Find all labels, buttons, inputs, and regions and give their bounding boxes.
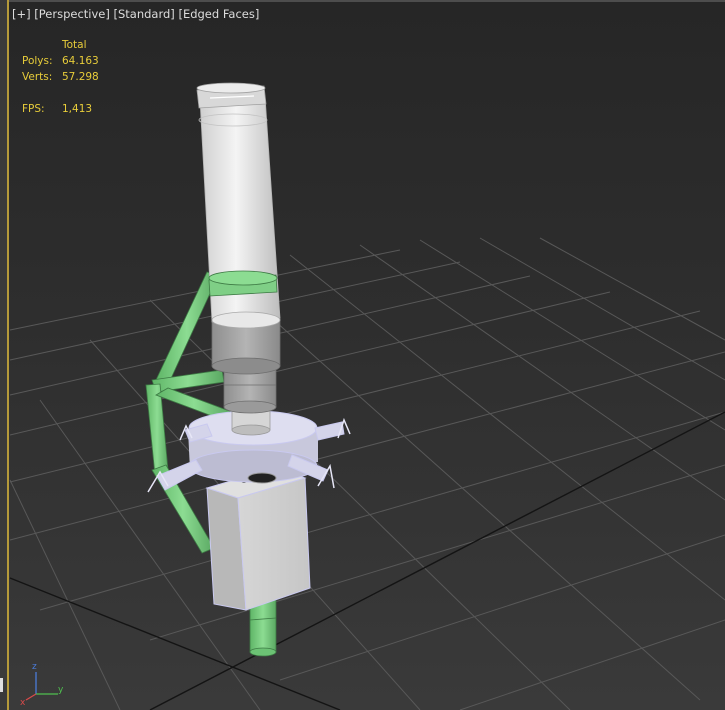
axis-z-label: z (32, 662, 37, 672)
stats-fps-value: 1,413 (62, 103, 93, 115)
focuser-section (211, 317, 281, 414)
viewport-top-border (9, 0, 725, 2)
axis-x-label: x (20, 698, 26, 708)
viewport-label-menu: [+] [Perspective] [Standard] [Edged Face… (12, 7, 259, 21)
viewport-corner-marker (0, 678, 3, 692)
viewport-display-menu[interactable]: [Edged Faces] (178, 7, 259, 21)
telescope-tube (196, 82, 281, 329)
stats-polys-value: 64.163 (62, 55, 99, 67)
stats-header: Total (62, 39, 87, 51)
grid-main-axes (9, 411, 725, 710)
ground-grid (9, 237, 725, 710)
viewport-active-border (0, 0, 9, 710)
perspective-viewport[interactable]: z y x [+] [Perspective] [Standard] [Edge… (0, 0, 725, 710)
electronics-box (205, 467, 311, 611)
stats-polys-label: Polys: (22, 55, 53, 67)
base-pole (249, 599, 277, 657)
viewport-shading-menu[interactable]: [Standard] (114, 7, 175, 21)
viewport-plus-menu[interactable]: [+] (12, 7, 31, 21)
stats-fps-label: FPS: (22, 103, 45, 115)
stats-verts-label: Verts: (22, 71, 53, 83)
viewport-view-menu[interactable]: [Perspective] (34, 7, 110, 21)
axis-gizmo: z y x (20, 662, 64, 708)
stats-verts-value: 57.298 (62, 71, 99, 83)
scene-canvas[interactable]: z y x (0, 0, 725, 710)
axis-y-label: y (58, 685, 64, 695)
